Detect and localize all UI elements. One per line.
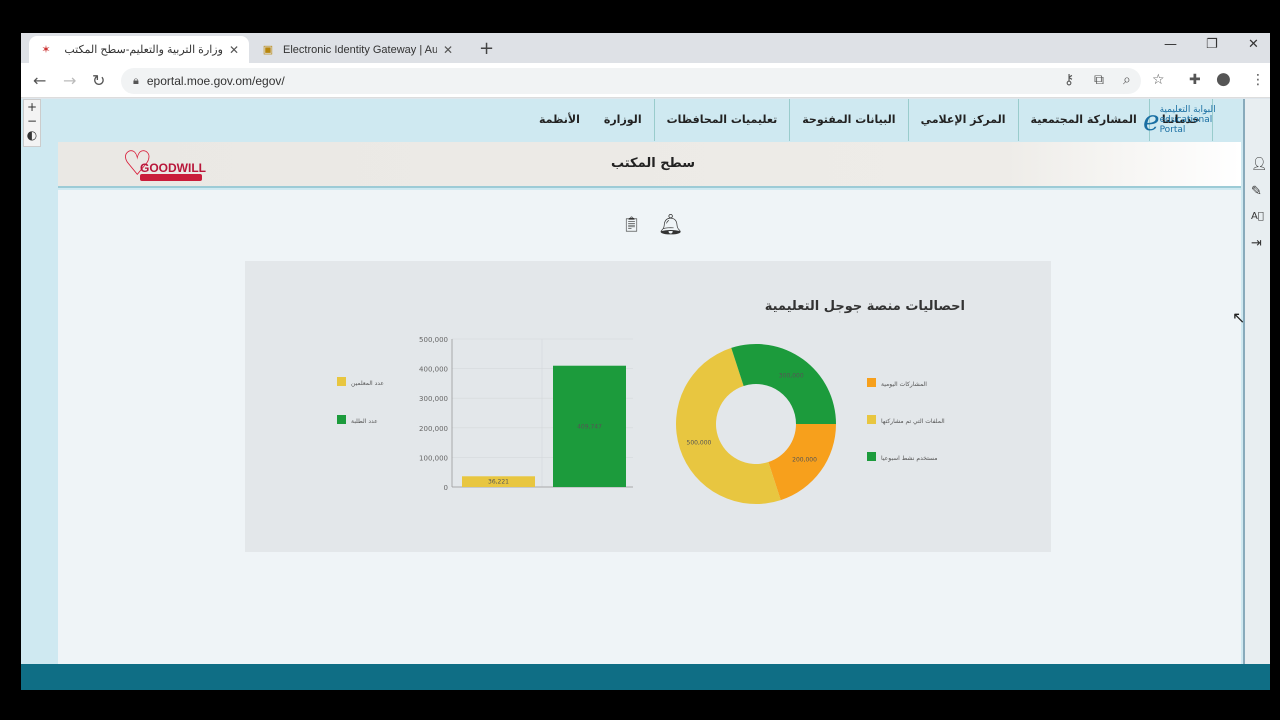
page-title: سطح المكتب bbox=[610, 156, 696, 171]
address-bar[interactable]: 🔒︎ eportal.moe.gov.om/egov/ bbox=[121, 68, 1141, 94]
page-footer bbox=[21, 664, 1270, 690]
nav-open-data[interactable]: البيانات المفتوحة bbox=[790, 99, 909, 141]
new-tab-icon[interactable]: + bbox=[479, 38, 494, 59]
zoom-control[interactable]: + − ◐ bbox=[23, 99, 41, 147]
restore-icon[interactable]: ❐ bbox=[1206, 37, 1218, 52]
extensions-icon[interactable]: ✚ bbox=[1189, 72, 1201, 88]
zoom-in-icon[interactable]: + bbox=[24, 100, 40, 114]
legend-swatch bbox=[337, 415, 346, 424]
y-tick-label: 500,000 bbox=[419, 336, 448, 344]
edit-icon[interactable]: ✎ bbox=[1251, 184, 1262, 199]
user-icon[interactable]: 👤︎ bbox=[1251, 157, 1268, 172]
browser-toolbar: ← → ↻ 🔒︎ eportal.moe.gov.om/egov/ ⚷ ⧉ ⌕ … bbox=[21, 63, 1270, 98]
zoom-icon[interactable]: ⌕ bbox=[1123, 72, 1131, 88]
mouse-cursor-icon: ↖ bbox=[1232, 308, 1246, 327]
bookmark-star-icon[interactable]: ☆ bbox=[1152, 72, 1165, 88]
tab-title: Electronic Identity Gateway | Aut bbox=[283, 43, 437, 56]
goodwill-logo: ♡ GOODWILL bbox=[122, 144, 206, 184]
legend-swatch bbox=[867, 378, 876, 387]
bell-icon[interactable]: 🔔︎ bbox=[658, 212, 683, 236]
slice-data-label: 500,000 bbox=[687, 440, 712, 447]
key-icon[interactable]: ⚷ bbox=[1064, 72, 1074, 88]
id-card-favicon-icon: ▣ bbox=[262, 44, 274, 56]
contrast-icon[interactable]: ◐ bbox=[24, 128, 40, 142]
legend-label: عدد المعلمين bbox=[351, 380, 384, 387]
y-tick-label: 200,000 bbox=[419, 425, 448, 433]
main-nav: الأنظمة الوزارة تعليميات المحافظات البيا… bbox=[527, 99, 1213, 141]
clipboard-icon[interactable]: 📋︎ bbox=[622, 215, 641, 233]
goodwill-text: GOODWILL bbox=[140, 161, 206, 175]
close-icon[interactable]: ✕ bbox=[443, 43, 453, 57]
page-header: ♡ GOODWILL سطح المكتب bbox=[58, 142, 1241, 188]
lock-icon: 🔒︎ bbox=[133, 74, 139, 87]
legend-label: عدد الطلبة bbox=[351, 418, 378, 425]
menu-dots-icon[interactable]: ⋮ bbox=[1251, 72, 1265, 88]
nav-community[interactable]: المشاركة المجتمعية bbox=[1019, 99, 1150, 141]
nav-systems[interactable]: الأنظمة bbox=[527, 99, 592, 141]
legend-label: مستخدم نشط اسبوعيا bbox=[881, 455, 937, 462]
browser-window: ✶ وزارة التربية والتعليم-سطح المكتب ✕ ▣ … bbox=[21, 33, 1270, 690]
y-tick-label: 300,000 bbox=[419, 395, 448, 403]
close-icon[interactable]: ✕ bbox=[229, 43, 239, 57]
nav-media-center[interactable]: المركز الإعلامي bbox=[909, 99, 1019, 141]
back-arrow-icon[interactable]: ← bbox=[33, 71, 46, 90]
logout-icon[interactable]: ⇥ bbox=[1251, 236, 1262, 251]
stats-panel: احصاليات منصة جوجل التعليمية 0 100,000 200… bbox=[245, 261, 1051, 552]
stats-charts: 0 100,000 200,000 300,000 400,000 500,000 36,2… bbox=[337, 336, 945, 504]
y-tick-label: 100,000 bbox=[419, 454, 448, 462]
y-tick-label: 0 bbox=[444, 484, 448, 492]
nav-ministry[interactable]: الوزارة bbox=[592, 99, 655, 141]
y-tick-label: 400,000 bbox=[419, 366, 448, 374]
legend-label: الملفات التي تم مشاركتها bbox=[881, 418, 945, 425]
minimize-icon[interactable]: — bbox=[1164, 37, 1177, 52]
dashboard-content: 📋︎ 🔔︎ احصاليات منصة جوجل التعليمية 0 100,… bbox=[58, 190, 1241, 664]
goodwill-bar bbox=[140, 174, 202, 181]
reload-icon[interactable]: ↻ bbox=[92, 71, 105, 90]
translate-icon[interactable]: ⧉ bbox=[1094, 72, 1104, 88]
donut-slice bbox=[731, 344, 836, 424]
close-window-icon[interactable]: ✕ bbox=[1248, 37, 1259, 52]
legend-swatch bbox=[337, 377, 346, 386]
profile-icon[interactable]: ● bbox=[1216, 69, 1231, 89]
portal-logo-glyph: e bbox=[1143, 103, 1160, 137]
moe-favicon-icon: ✶ bbox=[41, 44, 51, 56]
portal-logo-text: البوابة التعليمية educational Portal bbox=[1159, 105, 1216, 135]
bar-data-label: 36,221 bbox=[488, 478, 509, 485]
nav-governorates[interactable]: تعليميات المحافظات bbox=[655, 99, 791, 141]
tab-moe-desktop[interactable]: ✶ وزارة التربية والتعليم-سطح المكتب ✕ bbox=[29, 36, 249, 63]
legend-swatch bbox=[867, 415, 876, 424]
legend-swatch bbox=[867, 452, 876, 461]
legend-label: المشاركات اليومية bbox=[881, 381, 927, 388]
zoom-out-icon[interactable]: − bbox=[24, 114, 40, 128]
right-sidebar: 👤︎ ✎ A⃞ ⇥ bbox=[1243, 99, 1270, 664]
educational-portal-logo[interactable]: e البوابة التعليمية educational Portal bbox=[1143, 103, 1235, 137]
tab-bar: ✶ وزارة التربية والتعليم-سطح المكتب ✕ ▣ … bbox=[21, 33, 1270, 63]
slice-data-label: 300,000 bbox=[779, 372, 804, 379]
language-icon[interactable]: A⃞ bbox=[1251, 211, 1264, 222]
slice-data-label: 200,000 bbox=[792, 456, 817, 463]
tab-identity-gateway[interactable]: ▣ Electronic Identity Gateway | Aut ✕ bbox=[251, 36, 463, 63]
tab-title: وزارة التربية والتعليم-سطح المكتب bbox=[64, 44, 223, 56]
web-page: + − ◐ الأنظمة الوزارة تعليميات المحافظات… bbox=[21, 99, 1270, 664]
bar-data-label: 409,747 bbox=[577, 423, 602, 430]
url-text: eportal.moe.gov.om/egov/ bbox=[146, 74, 285, 88]
forward-arrow-icon[interactable]: → bbox=[63, 71, 76, 90]
